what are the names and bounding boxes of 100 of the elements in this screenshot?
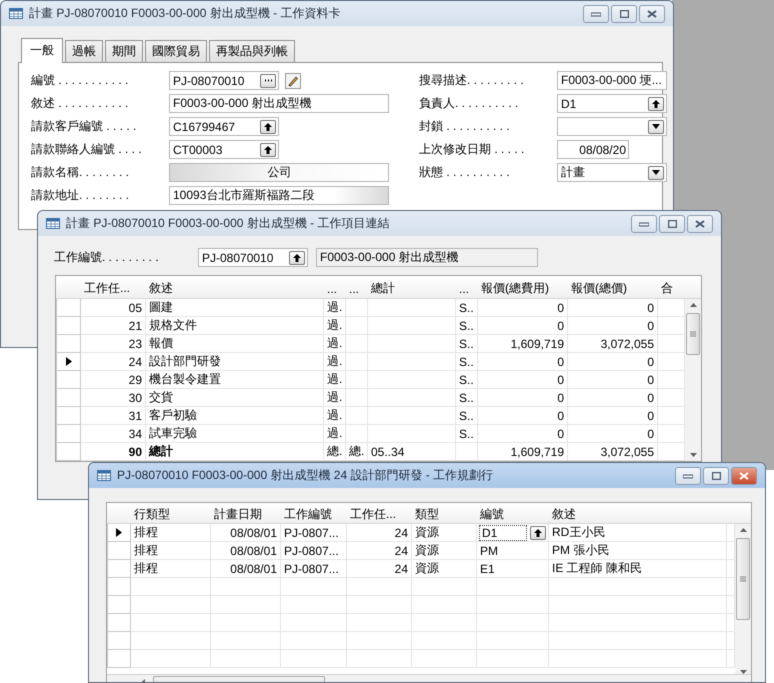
table-cell: S.. — [456, 317, 478, 335]
input-field[interactable]: 10093台北市羅斯福路二段 — [169, 186, 389, 205]
table-cell: 過. — [324, 335, 346, 353]
input-field[interactable]: CT00003 — [169, 140, 279, 159]
close-button[interactable] — [687, 214, 713, 232]
empty-cell — [412, 614, 477, 632]
input-field[interactable]: 08/08/20 — [557, 140, 629, 159]
input-field[interactable]: D1 — [479, 524, 527, 540]
tab[interactable]: 過帳 — [65, 40, 103, 62]
vertical-scrollbar[interactable] — [735, 524, 751, 674]
field-value: CT00003 — [173, 142, 224, 156]
table-cell: PJ-0807... — [281, 560, 347, 578]
empty-cell — [211, 578, 281, 596]
maximize-icon — [712, 472, 720, 480]
column-header[interactable]: 總計 — [368, 277, 456, 297]
input-field[interactable]: PJ-08070010 — [169, 71, 279, 90]
row-selector[interactable] — [107, 524, 131, 542]
table-cell: S.. — [456, 407, 478, 425]
column-header[interactable]: 敘述 — [549, 503, 727, 523]
table-cell: E1 — [477, 560, 549, 578]
table-cell: 試車完驗 — [146, 425, 324, 443]
vertical-scrollbar[interactable] — [685, 299, 701, 461]
table-cell: 總. — [346, 443, 368, 461]
table-cell: 排程 — [131, 524, 211, 542]
empty-cell — [346, 353, 368, 371]
minimize-button[interactable] — [675, 466, 701, 484]
lookup-button[interactable] — [530, 526, 546, 540]
caret-icon — [652, 170, 660, 175]
tab[interactable]: 一般 — [21, 38, 63, 63]
scroll-thumb[interactable] — [686, 313, 700, 355]
table-cell: 規格文件 — [146, 317, 324, 335]
lookup-button[interactable] — [289, 250, 305, 264]
scroll-thumb[interactable] — [736, 538, 750, 620]
table-cell: S.. — [456, 371, 478, 389]
grip-icon — [740, 576, 746, 582]
table-cell: 24 — [347, 524, 412, 542]
dropdown-field[interactable] — [557, 117, 667, 136]
minimize-button[interactable] — [583, 4, 609, 22]
row-selector[interactable] — [56, 353, 81, 371]
scroll-down-icon[interactable] — [690, 453, 696, 457]
input-field[interactable]: 公司 — [169, 163, 389, 182]
empty-cell — [346, 317, 368, 335]
column-header[interactable]: 工作任... — [347, 503, 412, 523]
table-cell: 08/08/01 — [211, 524, 281, 542]
input-field[interactable]: C16799467 — [169, 117, 279, 136]
lookup-button[interactable] — [648, 96, 664, 110]
table-cell: 0 — [568, 299, 658, 317]
dropdown-button[interactable] — [648, 120, 664, 134]
scroll-up-icon[interactable] — [690, 303, 696, 307]
input-field[interactable]: D1 — [557, 94, 667, 113]
pencil-icon[interactable] — [285, 72, 301, 88]
tab[interactable]: 國際貿易 — [145, 40, 207, 62]
table-cell: 1,609,719 — [478, 443, 568, 461]
table-cell: 0 — [478, 371, 568, 389]
tab[interactable]: 期間 — [105, 40, 143, 62]
empty-cell — [346, 335, 368, 353]
empty-cell — [347, 596, 412, 614]
table-cell: 設計部門研發 — [146, 353, 324, 371]
field-label: 請款地址. . . . . . . . — [31, 187, 130, 204]
dropdown-button[interactable] — [648, 166, 664, 180]
column-header[interactable]: 工作編號 — [281, 503, 347, 523]
empty-cell — [281, 614, 347, 632]
table-icon — [46, 218, 60, 229]
maximize-button[interactable] — [703, 466, 729, 484]
column-header[interactable]: ... — [324, 278, 346, 296]
column-header[interactable]: 編號 — [477, 503, 549, 523]
assist-button[interactable] — [260, 74, 276, 88]
tab[interactable]: 再製品與列帳 — [209, 40, 295, 62]
empty-cell — [477, 632, 549, 650]
table-cell: 0 — [478, 353, 568, 371]
close-button[interactable] — [731, 466, 757, 484]
column-header[interactable]: 報價(總價) — [568, 277, 658, 297]
empty-cell — [477, 650, 549, 668]
table-cell: 0 — [478, 425, 568, 443]
lookup-button[interactable] — [260, 120, 276, 134]
input-field[interactable]: PJ-08070010 — [198, 248, 308, 267]
minimize-button[interactable] — [631, 214, 657, 232]
column-header[interactable]: 工作任... — [81, 277, 146, 297]
column-header[interactable]: ... — [346, 278, 368, 296]
column-header[interactable]: 類型 — [412, 503, 477, 523]
input-field[interactable]: F0003-00-000 射出成型機 — [169, 94, 389, 113]
column-header[interactable]: ... — [456, 278, 478, 296]
current-row-indicator — [116, 528, 122, 537]
empty-cell — [412, 578, 477, 596]
empty-cell — [281, 650, 347, 668]
maximize-button[interactable] — [611, 4, 637, 22]
column-header[interactable]: 敘述 — [146, 277, 324, 297]
table-cell: 機台製令建置 — [146, 371, 324, 389]
column-header[interactable]: 計畫日期 — [211, 503, 281, 523]
column-header[interactable]: 合 — [658, 277, 685, 297]
field-value: F0003-00-000 埂... — [561, 72, 663, 89]
close-button[interactable] — [639, 4, 665, 22]
lookup-button[interactable] — [260, 142, 276, 156]
dropdown-field[interactable]: 計畫 — [557, 163, 667, 182]
column-header[interactable]: 行類型 — [131, 503, 211, 523]
column-header[interactable]: 報價(總費用) — [478, 277, 568, 297]
scroll-up-icon[interactable] — [740, 528, 746, 532]
table-cell: 24 — [81, 353, 146, 371]
input-field[interactable]: F0003-00-000 埂... — [557, 71, 667, 90]
maximize-button[interactable] — [659, 214, 685, 232]
